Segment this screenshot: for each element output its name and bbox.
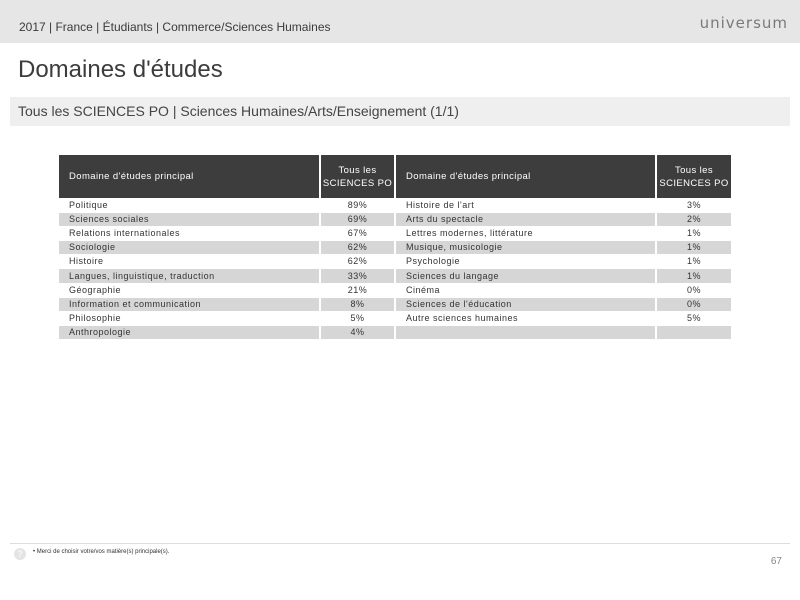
table-row: Anthropologie 4%: [59, 324, 731, 339]
table-row: Géographie 21% Cinéma 0%: [59, 282, 731, 297]
header-value-left-line1: Tous les: [338, 164, 377, 176]
left-value-cell: 89%: [321, 198, 394, 213]
right-value-cell: 1%: [657, 268, 731, 283]
subtitle-text: Tous les SCIENCES PO | Sciences Humaines…: [18, 103, 459, 119]
left-domain-cell: Anthropologie: [59, 324, 319, 339]
left-domain-cell: Histoire: [59, 254, 319, 269]
right-value-cell: 3%: [657, 198, 731, 213]
left-value-cell: 62%: [321, 254, 394, 269]
page-number: 67: [770, 556, 782, 567]
right-value-cell: 2%: [657, 212, 731, 227]
table-row: Histoire 62% Psychologie 1%: [59, 254, 731, 269]
left-domain-cell: Relations internationales: [59, 226, 319, 241]
right-domain-cell: Cinéma: [396, 282, 655, 297]
right-domain-cell: Sciences du langage: [396, 268, 655, 283]
table-header-row: Domaine d'études principal Tous les SCIE…: [59, 155, 731, 198]
left-value-cell: 4%: [321, 324, 394, 339]
right-domain-cell: Histoire de l'art: [396, 198, 655, 213]
header-value-right-line1: Tous les: [674, 164, 714, 176]
right-domain-cell: Arts du spectacle: [396, 212, 655, 227]
right-value-cell: 1%: [657, 254, 731, 269]
header-domain-right: Domaine d'études principal: [396, 155, 655, 198]
table-row: Relations internationales 67% Lettres mo…: [59, 226, 731, 241]
header-breadcrumb: 2017 | France | Étudiants | Commerce/Sci…: [19, 20, 331, 34]
right-value-cell: 1%: [657, 240, 731, 255]
table-row: Philosophie 5% Autre sciences humaines 5…: [59, 310, 731, 325]
left-domain-cell: Sciences sociales: [59, 212, 319, 227]
right-domain-cell: Musique, musicologie: [396, 240, 655, 255]
table-row: Langues, linguistique, traduction 33% Sc…: [59, 268, 731, 283]
right-value-cell: [657, 324, 731, 339]
left-value-cell: 62%: [321, 240, 394, 255]
universum-logo: universum: [699, 14, 788, 32]
right-value-cell: 0%: [657, 282, 731, 297]
header-value-left: Tous les SCIENCES PO: [321, 155, 394, 198]
left-domain-cell: Langues, linguistique, traduction: [59, 268, 319, 283]
header-bar: 2017 | France | Étudiants | Commerce/Sci…: [0, 0, 800, 43]
left-value-cell: 69%: [321, 212, 394, 227]
right-domain-cell: Lettres modernes, littérature: [396, 226, 655, 241]
left-domain-cell: Politique: [59, 198, 319, 213]
footer-divider: [10, 543, 790, 544]
data-table: Domaine d'études principal Tous les SCIE…: [57, 155, 733, 339]
table-row: Politique 89% Histoire de l'art 3%: [59, 198, 731, 213]
left-value-cell: 8%: [321, 296, 394, 311]
left-value-cell: 21%: [321, 282, 394, 297]
table-row: Information et communication 8% Sciences…: [59, 296, 731, 311]
header-value-left-line2: SCIENCES PO: [322, 177, 393, 189]
left-domain-cell: Géographie: [59, 282, 319, 297]
header-domain-left: Domaine d'études principal: [59, 155, 319, 198]
header-value-right-line2: SCIENCES PO: [659, 177, 729, 189]
right-value-cell: 5%: [657, 310, 731, 325]
left-domain-cell: Sociologie: [59, 240, 319, 255]
left-value-cell: 67%: [321, 226, 394, 241]
page-title: Domaines d'études: [18, 56, 223, 83]
table-body: Politique 89% Histoire de l'art 3% Scien…: [59, 198, 731, 339]
study-fields-table: Domaine d'études principal Tous les SCIE…: [58, 155, 732, 339]
question-icon: ?: [14, 548, 26, 560]
header-value-right: Tous les SCIENCES PO: [657, 155, 731, 198]
footnote: • Merci de choisir votre/vos matière(s) …: [33, 549, 170, 555]
right-value-cell: 0%: [657, 296, 731, 311]
table-row: Sociologie 62% Musique, musicologie 1%: [59, 240, 731, 255]
left-domain-cell: Information et communication: [59, 296, 319, 311]
right-domain-cell: Psychologie: [396, 254, 655, 269]
table-row: Sciences sociales 69% Arts du spectacle …: [59, 212, 731, 227]
subtitle-bar: Tous les SCIENCES PO | Sciences Humaines…: [10, 97, 790, 126]
left-value-cell: 33%: [321, 268, 394, 283]
left-domain-cell: Philosophie: [59, 310, 319, 325]
left-value-cell: 5%: [321, 310, 394, 325]
right-domain-cell: Autre sciences humaines: [396, 310, 655, 325]
right-value-cell: 1%: [657, 226, 731, 241]
right-domain-cell: [396, 324, 655, 339]
right-domain-cell: Sciences de l'éducation: [396, 296, 655, 311]
